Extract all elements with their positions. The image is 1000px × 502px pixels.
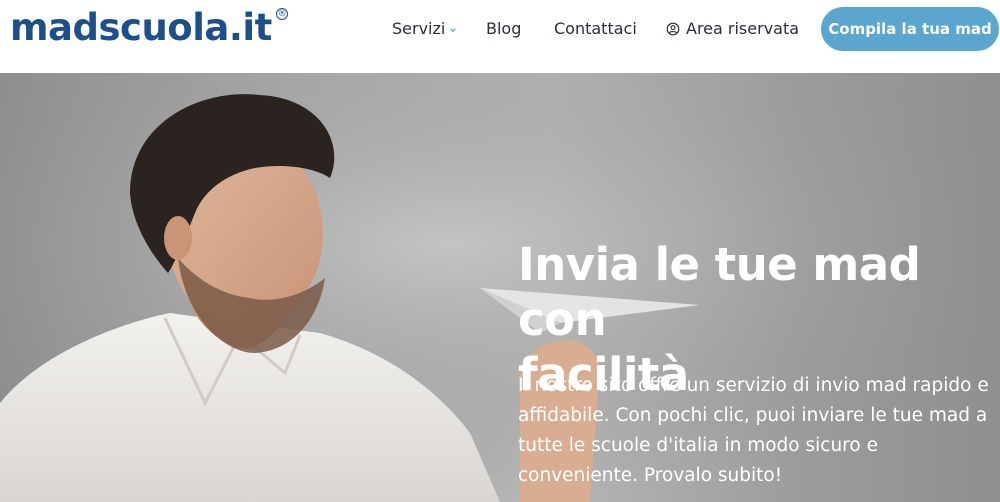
nav-servizi[interactable]: Servizi [392,19,457,38]
hero-description: Il nostro sito offre un servizio di invi… [518,371,1000,491]
user-circle-icon [666,22,680,35]
nav-area-riservata[interactable]: Area riservata [666,19,799,38]
nav-servizi-label: Servizi [392,19,446,38]
cta-label: Compila la tua mad [828,20,992,38]
hero-text-line-3: tutte le scuole d'italia in modo sicuro … [518,435,878,456]
site-header: madscuola.it ® Servizi Blog Contattaci A… [0,0,1000,73]
hero-section: Invia le tue mad con facilità Il nostro … [0,73,1000,502]
nav-contattaci-label: Contattaci [554,19,637,38]
hero-text-line-2: affidabile. Con pochi clic, puoi inviare… [518,405,988,426]
hero-text-line-1: Il nostro sito offre un servizio di invi… [518,375,989,396]
hero-title-line-1: Invia le tue mad con [518,238,921,346]
nav-area-riservata-label: Area riservata [686,19,800,38]
hero-text-line-4: conveniente. Provalo subito! [518,465,783,486]
nav-blog[interactable]: Blog [486,19,521,38]
nav-blog-label: Blog [486,19,522,38]
compila-mad-button[interactable]: Compila la tua mad [821,7,999,51]
chevron-down-icon [450,27,457,32]
nav-contattaci[interactable]: Contattaci [554,19,637,38]
